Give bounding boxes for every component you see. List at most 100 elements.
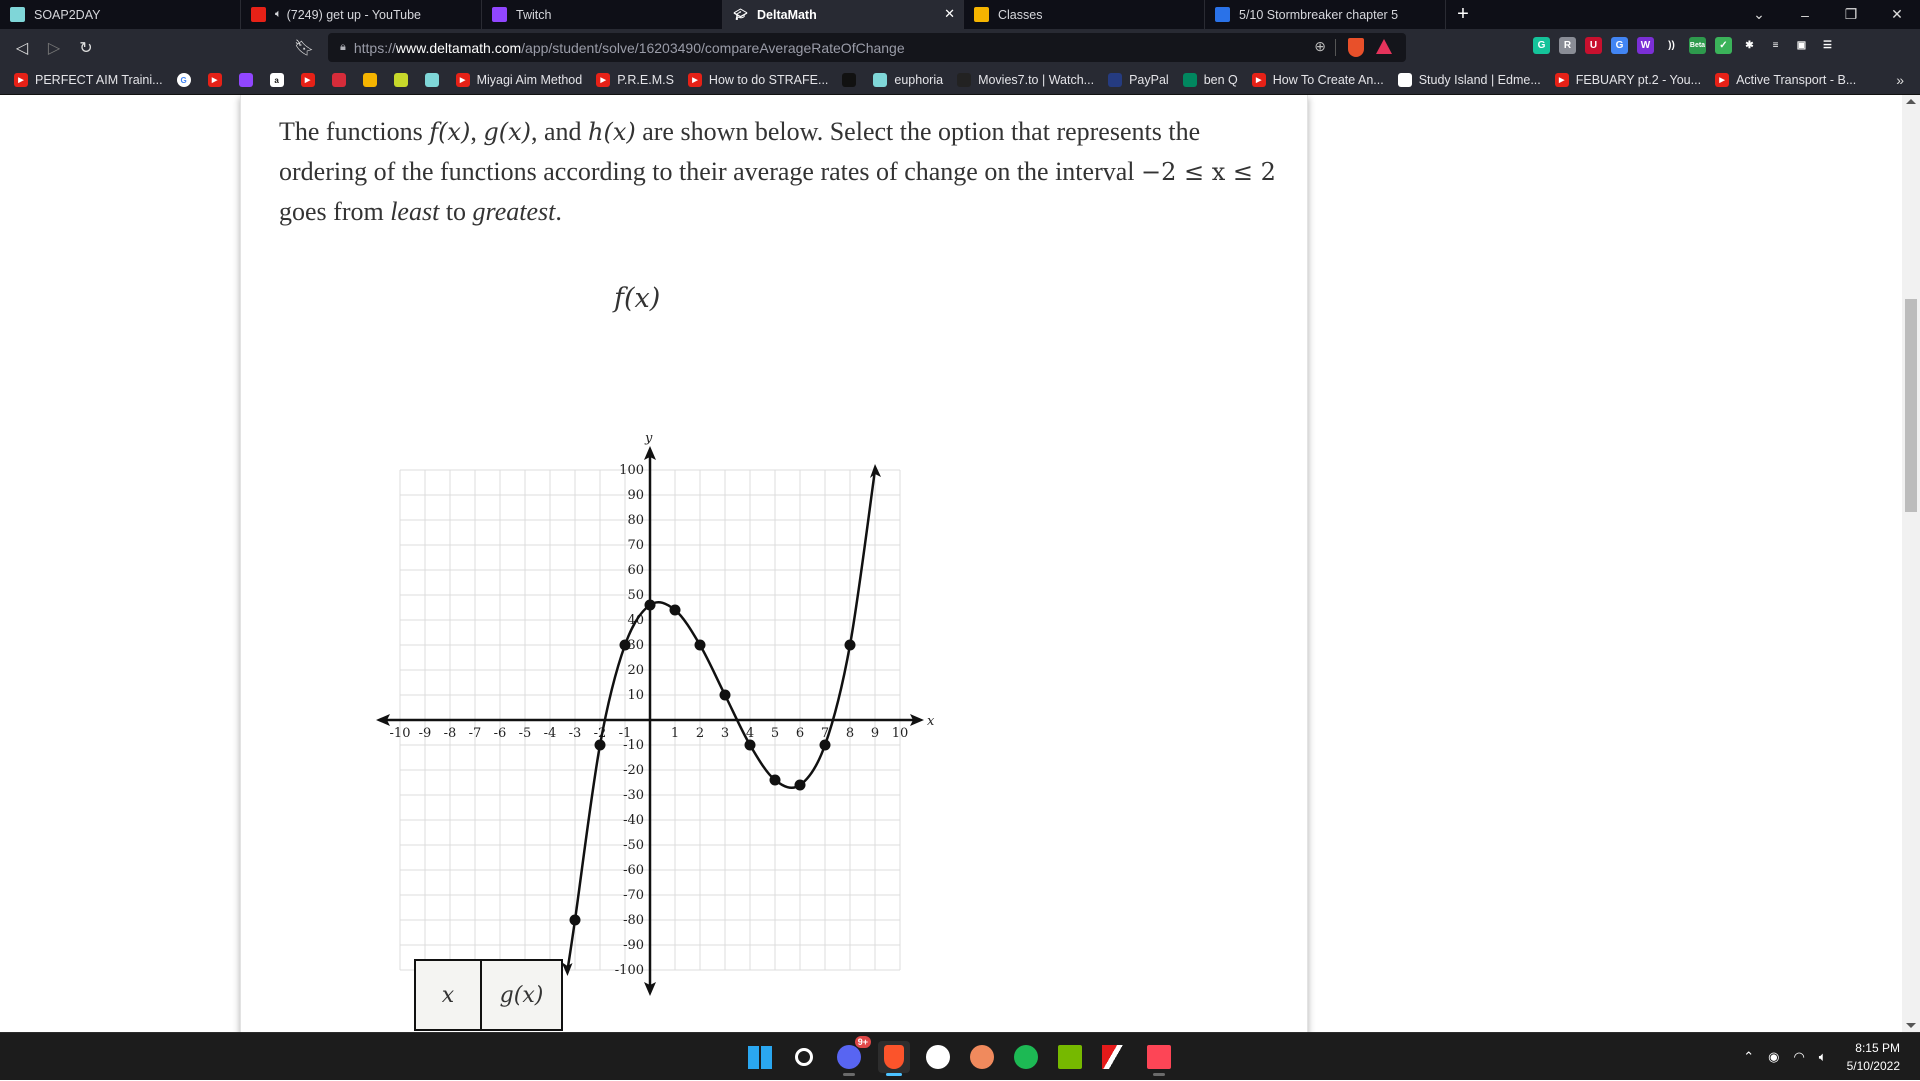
play-circle-icon (957, 73, 972, 87)
tab-classes[interactable]: Classes (964, 0, 1205, 29)
x-tick-label: 5 (771, 726, 779, 741)
bookmark-item[interactable]: ▶ FEBUARY pt.2 - You... (1554, 73, 1701, 87)
axes: xy (376, 431, 935, 996)
f-of-x: f(x) (429, 118, 471, 146)
data-point (594, 739, 606, 751)
zoom-icon[interactable]: ⊕ (1314, 38, 1326, 55)
extension-shield-check-icon[interactable]: ✓ (1715, 37, 1732, 54)
brave-shields-icon[interactable] (1348, 38, 1364, 57)
search-taskbar-button[interactable] (788, 1041, 820, 1073)
restore-button[interactable]: ❐ (1828, 0, 1874, 29)
menu-icon[interactable]: ☰ (1819, 37, 1836, 54)
bookmark-item[interactable]: ben Q (1182, 73, 1238, 87)
bookmark-item[interactable]: ▶ How to do STRAFE... (687, 73, 828, 87)
clock-taskbar-button[interactable] (922, 1041, 954, 1073)
bookmark-item[interactable] (393, 73, 415, 87)
wifi-icon[interactable]: ◠ (1793, 1049, 1804, 1065)
audio-playing-icon[interactable]: 🔈︎ (275, 8, 282, 21)
forward-button[interactable]: ▷ (38, 32, 70, 64)
bookmark-item[interactable]: ▶ PERFECT AIM Traini... (14, 73, 163, 87)
brave-rewards-icon[interactable] (1376, 39, 1392, 54)
y-tick-label: 80 (627, 513, 644, 528)
back-button[interactable]: ◁ (6, 32, 38, 64)
bookmark-item[interactable]: ▶ (300, 73, 322, 87)
beta-extension-icon[interactable]: Beta (1689, 37, 1706, 54)
address-bar[interactable]: 🔒︎ https://www.deltamath.com/app/student… (328, 33, 1406, 62)
google-translate-icon[interactable]: G (1611, 37, 1628, 54)
bookmark-item[interactable]: ▶ P.R.E.M.S (596, 73, 674, 87)
lock-icon: 🔒︎ (340, 41, 346, 53)
bookmarks-overflow-button[interactable]: » (1896, 72, 1904, 88)
playlist-icon[interactable]: ≡ (1767, 37, 1784, 54)
msi-taskbar-button[interactable] (1098, 1041, 1130, 1073)
bookmark-item[interactable]: Study Island | Edme... (1397, 73, 1541, 87)
bookmark-item[interactable]: euphoria (873, 73, 943, 87)
tab-deltamath[interactable]: 🎓︎ DeltaMath ✕ (723, 0, 964, 29)
extension-wave-icon[interactable]: )) (1663, 37, 1680, 54)
tab-twitch[interactable]: Twitch (482, 0, 723, 29)
bookmark-item[interactable]: ▶ Active Transport - B... (1715, 73, 1856, 87)
brave-icon (884, 1045, 904, 1069)
clock-time: 8:15 PM (1855, 1041, 1900, 1055)
new-tab-button[interactable]: + (1446, 0, 1480, 29)
tab-7249-get-up-youtube[interactable]: 🔈︎ (7249) get up - YouTube (241, 0, 482, 29)
bookmark-item[interactable] (424, 73, 446, 87)
extension-w-icon[interactable]: W (1637, 37, 1654, 54)
clock[interactable]: 8:15 PM 5/10/2022 (1847, 1039, 1900, 1075)
extension-shield-icon[interactable]: U (1585, 37, 1602, 54)
discord-tray-icon[interactable]: ◉ (1768, 1049, 1779, 1065)
google-play-icon (1182, 73, 1197, 87)
swirl-app-icon (970, 1045, 994, 1069)
tab-search-chevron-icon[interactable]: ⌄ (1736, 0, 1782, 29)
start-icon (748, 1045, 772, 1069)
scroll-up-arrow-icon[interactable] (1906, 99, 1916, 104)
g-of-x-table: x g(x) (414, 959, 563, 1031)
tab-5-10-stormbreaker-chapter-5[interactable]: 5/10 Stormbreaker chapter 5 (1205, 0, 1446, 29)
bookmark-item[interactable]: ▶ (207, 73, 229, 87)
data-point (569, 914, 581, 926)
bookmark-item[interactable]: ▶ How To Create An... (1251, 73, 1384, 87)
bookmark-item[interactable] (362, 73, 384, 87)
brave-taskbar-button[interactable] (878, 1041, 910, 1076)
close-window-button[interactable]: ✕ (1874, 0, 1920, 29)
bookmark-item[interactable] (331, 73, 353, 87)
page-scrollbar[interactable] (1902, 95, 1920, 1032)
forward-arrow-icon: ▷ (47, 39, 61, 57)
wallet-icon[interactable]: ▣ (1793, 37, 1810, 54)
soap2day-icon (424, 73, 439, 87)
y-tick-label: 100 (619, 463, 644, 478)
bookmark-item[interactable]: ▶ Miyagi Aim Method (455, 73, 582, 87)
start-taskbar-button[interactable] (744, 1041, 776, 1073)
bookmark-button[interactable]: 🔖︎ (288, 32, 320, 64)
nvidia-taskbar-button[interactable] (1054, 1041, 1086, 1073)
show-hidden-icons-chevron-icon[interactable]: ⌃ (1743, 1049, 1754, 1065)
grammarly-icon[interactable]: G (1533, 37, 1550, 54)
bookmark-item[interactable]: PayPal (1108, 73, 1169, 87)
youtube-icon: ▶ (1715, 73, 1730, 87)
close-tab-button[interactable]: ✕ (944, 6, 955, 22)
g-of-x: g(x) (483, 118, 531, 146)
ixl-icon (393, 73, 408, 87)
minimize-button[interactable]: – (1782, 0, 1828, 29)
x-tick-label: -7 (469, 726, 482, 741)
extension-r-icon[interactable]: R (1559, 37, 1576, 54)
valorant-taskbar-button[interactable] (1143, 1041, 1175, 1076)
reload-button[interactable]: ↻ (70, 32, 102, 64)
data-point (619, 639, 631, 651)
extensions-puzzle-icon[interactable]: ✱ (1741, 37, 1758, 54)
twitch-icon (238, 73, 253, 87)
volume-icon[interactable]: 🔈︎ (1819, 1049, 1827, 1065)
scroll-thumb[interactable] (1905, 299, 1917, 512)
bookmark-label: PERFECT AIM Traini... (35, 73, 163, 87)
bookmark-item[interactable]: Movies7.to | Watch... (957, 73, 1094, 87)
discord-taskbar-button[interactable]: 9+ (833, 1036, 871, 1076)
bookmark-item[interactable]: a (269, 73, 291, 87)
swirl-app-taskbar-button[interactable] (966, 1041, 998, 1073)
scroll-down-arrow-icon[interactable] (1906, 1023, 1916, 1028)
bookmark-item[interactable] (238, 73, 260, 87)
bookmark-item[interactable] (842, 73, 863, 87)
bookmark-item[interactable]: G (176, 73, 198, 87)
y-tick-label: -60 (623, 863, 644, 878)
spotify-taskbar-button[interactable] (1010, 1041, 1042, 1073)
tab-soap2day[interactable]: SOAP2DAY (0, 0, 241, 29)
